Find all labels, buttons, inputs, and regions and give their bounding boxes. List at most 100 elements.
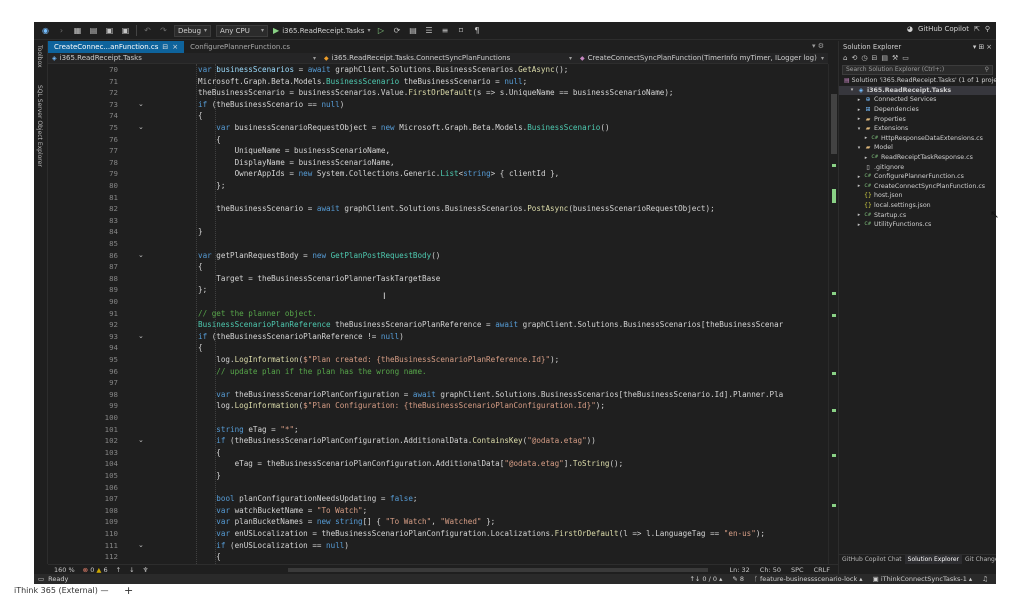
- save-all-icon[interactable]: ▣: [120, 25, 131, 36]
- code-line[interactable]: 102 ⌄ if (theBusinessScenarioPlanConfigur…: [48, 435, 828, 447]
- git-sync-indicator[interactable]: ↑↓ 0 / 0 ▴: [689, 575, 722, 583]
- show-all-icon[interactable]: ▤: [881, 54, 888, 62]
- tab-overflow-icon[interactable]: ▾ ⚙: [812, 42, 824, 50]
- pending-edits-indicator[interactable]: ✎ 8: [732, 575, 744, 583]
- code-line[interactable]: 76 {: [48, 134, 828, 146]
- redo-icon[interactable]: ↷: [158, 25, 169, 36]
- github-copilot-button[interactable]: ◕ GitHub Copilot ⇱ ⚲: [907, 25, 990, 33]
- uncomment-icon[interactable]: ≡: [439, 25, 450, 36]
- expand-chevron-icon[interactable]: ▸: [863, 155, 869, 161]
- preview-icon[interactable]: ▭: [902, 54, 909, 62]
- tree-item[interactable]: ▸ ⊞ Dependencies: [839, 105, 996, 115]
- zoom-level[interactable]: 160 %: [54, 566, 75, 574]
- code-line[interactable]: 94 {: [48, 342, 828, 354]
- expand-chevron-icon[interactable]: ▸: [863, 135, 869, 141]
- code-line[interactable]: 92 BusinessScenarioPlanReference theBusin…: [48, 319, 828, 331]
- tree-item[interactable]: {} host.json: [839, 191, 996, 201]
- project-dropdown[interactable]: ◈ i365.ReadReceipt.Tasks ▾: [48, 54, 320, 62]
- code-line[interactable]: 97: [48, 377, 828, 389]
- tree-item[interactable]: ▾ ◈ i365.ReadReceipt.Tasks: [839, 85, 996, 96]
- editor-horizontal-scrollbar[interactable]: [288, 568, 708, 572]
- editor-vertical-scrollbar[interactable]: [828, 64, 838, 564]
- tree-item[interactable]: ▸ ▰ Properties: [839, 114, 996, 124]
- whitespace-indicator[interactable]: SPC: [791, 566, 804, 574]
- collapse-all-icon[interactable]: ⊟: [871, 54, 877, 62]
- panel-controls-icon[interactable]: ▾ ⊞ ×: [973, 43, 992, 51]
- tree-item[interactable]: ▯ .gitignore: [839, 162, 996, 172]
- feedback-icon[interactable]: ⇱: [974, 25, 980, 33]
- code-line[interactable]: 82 theBusinessScenario = await graphClie…: [48, 203, 828, 215]
- expand-chevron-icon[interactable]: ▸: [856, 174, 862, 180]
- line-ending-indicator[interactable]: CRLF: [814, 566, 830, 574]
- code-line[interactable]: 73 ⌄ if (theBusinessScenario == null): [48, 99, 828, 111]
- output-icon[interactable]: ▭: [38, 575, 44, 583]
- tree-item[interactable]: {} local.settings.json: [839, 201, 996, 211]
- code-line[interactable]: 110 var enUSLocalization = theBusinessSc…: [48, 528, 828, 540]
- tab-solution-explorer[interactable]: Solution Explorer: [904, 555, 962, 564]
- tree-item[interactable]: ▾ ▰ Model: [839, 143, 996, 153]
- expand-chevron-icon[interactable]: ▸: [856, 97, 862, 103]
- code-line[interactable]: 104 eTag = theBusinessScenarioPlanConfig…: [48, 458, 828, 470]
- fold-chevron-icon[interactable]: ⌄: [138, 122, 144, 134]
- sync-icon[interactable]: ⟲: [851, 54, 857, 62]
- code-line[interactable]: 89};: [48, 284, 828, 296]
- code-line[interactable]: 80 };: [48, 180, 828, 192]
- taskbar-window-label[interactable]: iThink 365 (External) —: [14, 586, 108, 595]
- expand-chevron-icon[interactable]: ▸: [856, 107, 862, 113]
- sql-server-object-explorer-tab[interactable]: SQL Server Object Explorer: [36, 85, 43, 167]
- char-indicator[interactable]: Ch: 50: [760, 566, 781, 574]
- code-line[interactable]: 91 // get the planner object.: [48, 308, 828, 320]
- issues-indicator[interactable]: ⊗ 0 ▲ 6: [83, 566, 108, 574]
- pending-changes-icon[interactable]: ◷: [861, 54, 867, 62]
- code-line[interactable]: 111 ⌄ if (enUSLocalization == null): [48, 540, 828, 552]
- start-without-debugging-icon[interactable]: ▷: [375, 25, 386, 36]
- code-line[interactable]: 87 {: [48, 261, 828, 273]
- code-line[interactable]: 108 var watchBucketName = "To Watch";: [48, 505, 828, 517]
- undo-icon[interactable]: ↶: [142, 25, 153, 36]
- back-nav-icon[interactable]: ◉: [40, 25, 51, 36]
- fold-chevron-icon[interactable]: ⌄: [138, 540, 144, 552]
- scrollbar-thumb[interactable]: [831, 94, 837, 154]
- navigate-down-icon[interactable]: ↓: [129, 566, 134, 574]
- account-icon[interactable]: ⚲: [985, 25, 990, 33]
- code-line[interactable]: 81: [48, 192, 828, 204]
- tree-item[interactable]: ▸ ⊕ Connected Services: [839, 95, 996, 105]
- start-debugging-button[interactable]: ▶ i365.ReadReceipt.Tasks ▾: [273, 26, 370, 35]
- code-line[interactable]: 86 ⌄ var getPlanRequestBody = new GetPlanP…: [48, 250, 828, 262]
- code-line[interactable]: 83: [48, 215, 828, 227]
- comment-icon[interactable]: ☰: [423, 25, 434, 36]
- code-line[interactable]: 99 log.LogInformation($"Plan Configurati…: [48, 400, 828, 412]
- tab-configure-planner-function[interactable]: ConfigurePlannerFunction.cs: [184, 41, 296, 53]
- new-tab-button[interactable]: +: [124, 584, 133, 597]
- tab-git-changes[interactable]: Git Changes: [962, 555, 996, 564]
- fold-chevron-icon[interactable]: ⌄: [138, 250, 144, 262]
- expand-chevron-icon[interactable]: ▸: [856, 222, 862, 228]
- navigate-up-icon[interactable]: ↑: [116, 566, 121, 574]
- copilot-status-icon[interactable]: ♆: [143, 566, 149, 574]
- forward-nav-icon[interactable]: ›: [56, 25, 67, 36]
- expand-chevron-icon[interactable]: ▾: [856, 145, 862, 151]
- code-line[interactable]: 107 bool planConfigurationNeedsUpdating …: [48, 493, 828, 505]
- tree-item[interactable]: ▸ C# HttpResponseDataExtensions.cs: [839, 134, 996, 144]
- code-line[interactable]: 79 OwnerAppIds = new System.Collections.…: [48, 168, 828, 180]
- line-indicator[interactable]: Ln: 32: [730, 566, 750, 574]
- tree-item[interactable]: ▸ C# Startup.cs: [839, 210, 996, 220]
- browser-link-icon[interactable]: ▤: [407, 25, 418, 36]
- open-folder-icon[interactable]: ▤: [88, 25, 99, 36]
- hot-reload-icon[interactable]: ⟳: [391, 25, 402, 36]
- code-line[interactable]: 72 theBusinessScenario = businessScenario…: [48, 87, 828, 99]
- code-line[interactable]: 75 ⌄ var businessScenarioRequestObject = …: [48, 122, 828, 134]
- code-line[interactable]: 90: [48, 296, 828, 308]
- code-line[interactable]: 95 log.LogInformation($"Plan created: {t…: [48, 354, 828, 366]
- code-line[interactable]: 103 {: [48, 447, 828, 459]
- fold-chevron-icon[interactable]: ⌄: [138, 435, 144, 447]
- expand-chevron-icon[interactable]: ▾: [849, 87, 855, 93]
- platform-dropdown[interactable]: Any CPU ▾: [216, 24, 269, 37]
- code-line[interactable]: 109 var planBucketNames = new string[] {…: [48, 516, 828, 528]
- close-icon[interactable]: ×: [172, 43, 178, 51]
- fold-chevron-icon[interactable]: ⌄: [138, 99, 144, 111]
- solution-search-input[interactable]: Search Solution Explorer (Ctrl+;) ⚲: [842, 65, 993, 75]
- code-line[interactable]: 100: [48, 412, 828, 424]
- tree-item[interactable]: ▸ C# CreateConnectSyncPlanFunction.cs: [839, 182, 996, 192]
- bookmark-icon[interactable]: ⌑: [455, 25, 466, 36]
